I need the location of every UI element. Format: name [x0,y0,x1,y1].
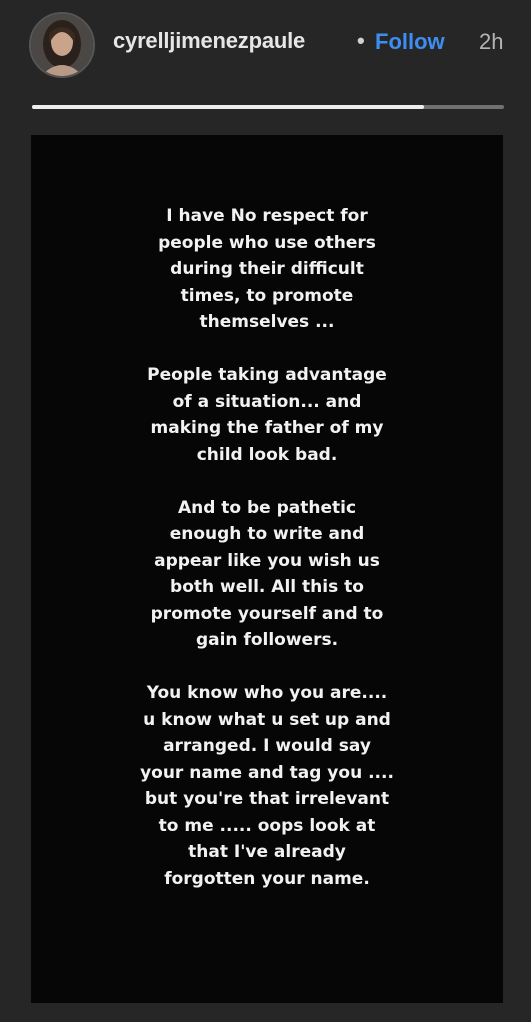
story-line: people who use others [158,232,376,253]
story-line: but you're that irrelevant [144,789,390,809]
story-line: arranged. I would say [163,736,371,756]
story-line: gain followers. [195,630,339,650]
username[interactable]: cyrelljimenezpaule [113,28,305,54]
story-line: that I've already [188,842,346,862]
avatar[interactable] [29,12,95,78]
story-progress-fill [32,105,424,109]
story-paragraph: You know who you are.... u know what u se… [31,680,503,892]
story-progress-bar [32,105,504,109]
story-paragraph: And to be pathetic enough to write and app… [31,495,503,654]
story-line: child look bad. [196,444,338,465]
story-line: your name and tag you .... [140,762,394,783]
story-content[interactable]: I have No respect for people who use othe… [31,135,503,1003]
story-line: both well. All this to [170,577,364,597]
story-viewer: cyrelljimenezpaule • Follow 2h I have No… [0,0,531,1022]
story-line: enough to write and [169,524,365,544]
story-paragraph: People taking advantage of a situation...… [31,362,503,468]
separator-dot: • [357,28,365,53]
story-line: themselves ... [199,312,335,332]
story-line: forgotten your name. [164,868,370,889]
story-line: And to be pathetic [177,497,357,518]
story-line: u know what u set up and [143,709,391,730]
story-line: of a situation... and [172,391,362,412]
profile-photo-icon [31,14,93,76]
story-line: during their difficult [170,259,364,279]
story-paragraph: I have No respect for people who use othe… [31,203,503,336]
story-line: I have No respect for [166,206,368,226]
story-line: promote yourself and to [150,603,384,624]
story-line: appear like you wish us [154,550,380,571]
story-header: cyrelljimenezpaule • Follow 2h [0,0,531,90]
story-text: I have No respect for people who use othe… [31,203,503,919]
story-line: times, to promote [180,285,354,306]
story-line: to me ..... oops look at [158,815,376,836]
follow-button[interactable]: Follow [375,29,445,55]
story-line: You know who you are.... [146,683,388,703]
timestamp: 2h [479,29,504,54]
story-line: making the father of my [150,418,384,438]
story-line: People taking advantage [147,365,387,385]
